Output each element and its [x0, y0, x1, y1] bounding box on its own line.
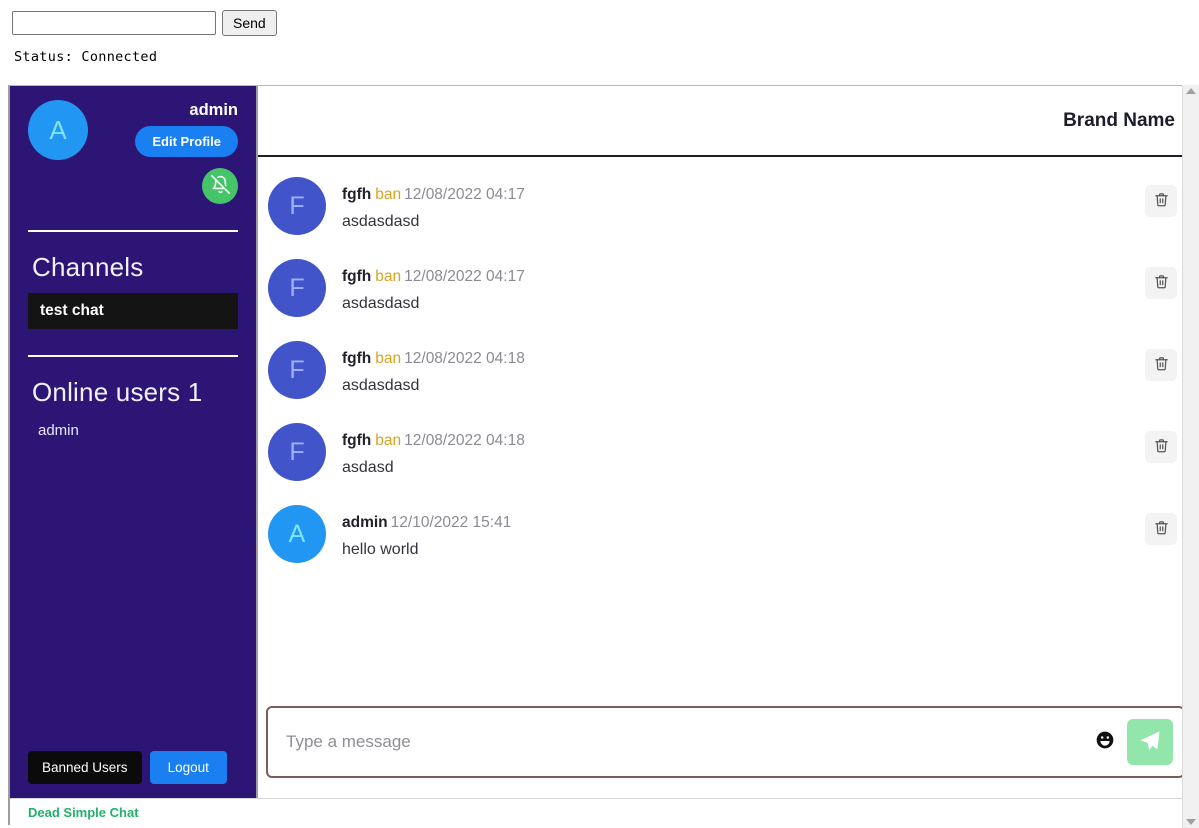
avatar: A: [28, 100, 88, 160]
paper-plane-icon: [1138, 729, 1162, 756]
sidebar-divider-top: [28, 229, 238, 232]
main-header: Brand Name: [258, 86, 1199, 157]
notification-toggle-button[interactable]: [202, 167, 238, 204]
message-body: fgfh ban 12/08/2022 04:18 asdasd: [342, 423, 1129, 477]
message-list[interactable]: Ffgfh ban 12/08/2022 04:17 asdasdasd Ffgfh ba…: [258, 157, 1199, 698]
message-text: asdasd: [342, 459, 394, 477]
message-row: Ffgfh ban 12/08/2022 04:18 asdasd: [258, 411, 1199, 493]
message-body: fgfh ban 12/08/2022 04:17 asdasdasd: [342, 259, 1129, 313]
delete-message-button[interactable]: [1145, 349, 1177, 381]
sidebar-profile: A admin Edit Profile: [28, 86, 238, 204]
message-text: asdasdasd: [342, 295, 420, 313]
message-author: fgfh: [342, 432, 372, 449]
sidebar-footer: Banned Users Logout: [28, 751, 238, 798]
avatar: F: [268, 177, 326, 235]
message-timestamp: 12/08/2022 04:17: [404, 186, 525, 203]
connection-status-text: Status: Connected: [14, 49, 158, 65]
socket-debug-bar: Send Status: Connected: [0, 0, 1199, 84]
profile-username: admin: [189, 101, 238, 119]
message-row: Ffgfh ban 12/08/2022 04:17 asdasdasd: [258, 247, 1199, 329]
socket-send-button[interactable]: Send: [222, 10, 277, 36]
avatar: A: [268, 505, 326, 563]
trash-icon: [1154, 192, 1169, 210]
delete-message-button[interactable]: [1145, 431, 1177, 463]
message-author: admin: [342, 514, 388, 531]
message-author: fgfh: [342, 186, 372, 203]
main-panel: Brand Name Ffgfh ban 12/08/2022 04:17 asdas…: [258, 86, 1199, 798]
trash-icon: [1154, 438, 1169, 456]
delete-message-button[interactable]: [1145, 267, 1177, 299]
ban-user-link[interactable]: ban: [375, 350, 401, 367]
brand-footer: Dead Simple Chat: [10, 798, 1199, 825]
message-meta: fgfh ban 12/08/2022 04:18: [342, 431, 1129, 451]
message-text: asdasdasd: [342, 213, 420, 231]
ban-user-link[interactable]: ban: [375, 268, 401, 285]
message-input[interactable]: [284, 708, 1083, 776]
message-text: hello world: [342, 541, 419, 559]
logout-button[interactable]: Logout: [149, 751, 227, 784]
message-row: Aadmin 12/10/2022 15:41 hello world: [258, 493, 1199, 575]
scroll-down-arrow-icon[interactable]: [1186, 819, 1196, 825]
message-timestamp: 12/08/2022 04:18: [404, 432, 525, 449]
socket-message-input[interactable]: [12, 11, 216, 35]
trash-icon: [1154, 274, 1169, 292]
message-meta: fgfh ban 12/08/2022 04:17: [342, 185, 1129, 205]
message-timestamp: 12/08/2022 04:18: [404, 350, 525, 367]
page-title: Brand Name: [1063, 109, 1175, 131]
message-row: Ffgfh ban 12/08/2022 04:18 asdasdasd: [258, 329, 1199, 411]
emoji-smiley-icon: [1095, 731, 1115, 755]
message-text: asdasdasd: [342, 377, 420, 395]
sidebar-profile-actions: admin Edit Profile: [135, 100, 238, 204]
delete-message-button[interactable]: [1145, 185, 1177, 217]
message-meta: admin 12/10/2022 15:41: [342, 513, 1129, 533]
ban-user-link[interactable]: ban: [375, 186, 401, 203]
bell-off-icon: [210, 174, 230, 197]
online-users-heading: Online users 1: [32, 376, 203, 407]
channels-heading: Channels: [32, 251, 144, 282]
avatar: F: [268, 423, 326, 481]
send-message-button[interactable]: [1127, 719, 1173, 765]
composer-area: [258, 698, 1199, 798]
socket-debug-row: Send: [12, 10, 1199, 36]
trash-icon: [1154, 520, 1169, 538]
avatar: F: [268, 259, 326, 317]
scrollbar[interactable]: [1182, 85, 1199, 828]
message-timestamp: 12/08/2022 04:17: [404, 268, 525, 285]
message-timestamp: 12/10/2022 15:41: [390, 514, 512, 531]
message-meta: fgfh ban 12/08/2022 04:17: [342, 267, 1129, 287]
composer: [266, 706, 1185, 778]
edit-profile-button[interactable]: Edit Profile: [135, 125, 238, 157]
sidebar: A admin Edit Profile Channels test chat …: [10, 86, 258, 798]
sidebar-item-test-chat[interactable]: test chat: [28, 292, 238, 329]
ban-user-link[interactable]: ban: [375, 432, 401, 449]
list-item[interactable]: admin: [28, 418, 238, 443]
avatar: F: [268, 341, 326, 399]
message-author: fgfh: [342, 268, 372, 285]
banned-users-button[interactable]: Banned Users: [28, 751, 142, 784]
chat-widget-body: A admin Edit Profile Channels test chat …: [10, 86, 1199, 798]
message-body: fgfh ban 12/08/2022 04:17 asdasdasd: [342, 177, 1129, 231]
delete-message-button[interactable]: [1145, 513, 1177, 545]
message-meta: fgfh ban 12/08/2022 04:18: [342, 349, 1129, 369]
trash-icon: [1154, 356, 1169, 374]
message-author: fgfh: [342, 350, 372, 367]
scroll-up-arrow-icon[interactable]: [1186, 88, 1196, 94]
chat-widget: A admin Edit Profile Channels test chat …: [8, 85, 1199, 825]
message-body: admin 12/10/2022 15:41 hello world: [342, 505, 1129, 559]
message-body: fgfh ban 12/08/2022 04:18 asdasdasd: [342, 341, 1129, 395]
message-row: Ffgfh ban 12/08/2022 04:17 asdasdasd: [258, 165, 1199, 247]
emoji-picker-button[interactable]: [1083, 730, 1127, 754]
sidebar-divider-mid: [28, 354, 238, 357]
